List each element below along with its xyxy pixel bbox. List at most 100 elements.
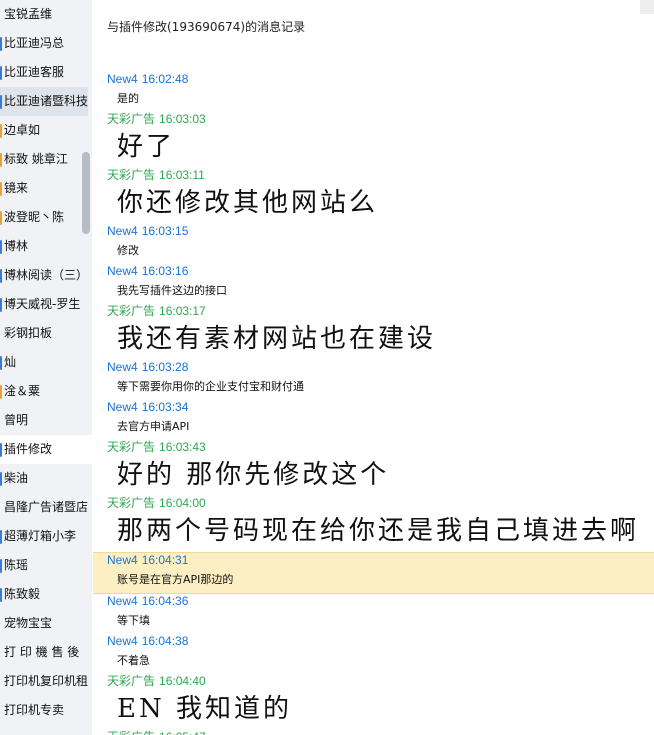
contact-status-mark — [0, 443, 2, 457]
message-item: 天彩广告 16:03:11 你还修改其他网站么 — [93, 168, 654, 224]
contact-label: 打 印 機 售 後 — [4, 645, 80, 659]
contact-label: 灿 — [4, 355, 17, 369]
contact-item[interactable]: 比亚迪客服 — [0, 58, 88, 87]
message-time: 16:02:48 — [141, 72, 189, 86]
contact-label: 博林 — [4, 239, 29, 253]
message-sender: 天彩广告 — [107, 440, 156, 454]
contact-label: 比亚迪冯总 — [4, 36, 65, 50]
message-text: 不着急 — [117, 654, 150, 667]
contact-status-mark — [0, 298, 2, 312]
contact-label: 镜来 — [4, 181, 29, 195]
contact-status-mark — [0, 559, 2, 573]
contact-status-mark — [0, 153, 2, 167]
message-list: New4 16:02:48 是的 天彩广告 16:03:03 好了 天彩广告 16:03:11… — [93, 72, 654, 735]
message-item: New4 16:02:48 是的 — [93, 72, 654, 112]
contact-item[interactable]: 彩钢扣板 — [0, 319, 88, 348]
message-time: 16:03:03 — [159, 112, 206, 126]
message-meta: 天彩广告 16:04:40 — [107, 674, 654, 694]
contact-item[interactable]: 边卓如 — [0, 116, 88, 145]
contact-label: 陈致毅 — [4, 587, 41, 601]
message-time: 16:03:11 — [159, 168, 205, 182]
contact-item[interactable]: 柴油 — [0, 464, 88, 493]
message-sender: 天彩广告 — [107, 168, 156, 182]
message-time: 16:04:31 — [141, 553, 189, 567]
message-sender: New4 — [107, 594, 138, 608]
message-text: 好了 — [117, 132, 176, 162]
message-item: 天彩广告 16:05:47 — [93, 730, 654, 735]
contact-item[interactable]: 波登昵丶陈 — [0, 203, 88, 232]
sidebar-scrollbar-thumb[interactable] — [82, 152, 90, 234]
message-history-pane: 与插件修改(193690674)的消息记录 New4 16:02:48 是的 天彩广告… — [93, 0, 654, 735]
message-sender: New4 — [107, 634, 138, 648]
contact-label: 柴油 — [4, 471, 29, 485]
message-sender: New4 — [107, 553, 138, 567]
message-time: 16:03:16 — [141, 264, 189, 278]
message-sender: 天彩广告 — [107, 496, 156, 510]
contact-item[interactable]: 打印机复印机租赁 — [0, 667, 88, 696]
contact-status-mark — [0, 385, 2, 399]
contact-item[interactable]: 灿 — [0, 348, 88, 377]
message-time: 16:03:34 — [141, 400, 189, 414]
contact-label: 昌隆广告诸暨店 — [4, 500, 88, 514]
contact-item[interactable]: 比亚迪冯总 — [0, 29, 88, 58]
message-meta: 天彩广告 16:03:11 — [107, 168, 654, 188]
contact-label: 插件修改 — [4, 442, 53, 456]
message-meta: 天彩广告 16:03:03 — [107, 112, 654, 132]
contact-item[interactable]: 曾明 — [0, 406, 88, 435]
contact-status-mark — [0, 588, 2, 602]
contact-status-mark — [0, 124, 2, 138]
message-item: New4 16:03:16 我先写插件这边的接口 — [93, 264, 654, 304]
message-sender: 天彩广告 — [107, 674, 156, 688]
message-text: 账号是在官方API那边的 — [117, 573, 234, 586]
window-corner — [640, 0, 654, 14]
message-meta: New4 16:03:15 — [107, 224, 654, 244]
contact-label: 宝锐孟维 — [4, 7, 53, 21]
contact-item[interactable]: 插件修改 — [0, 435, 92, 464]
contact-item[interactable]: 超薄灯箱小李 — [0, 522, 88, 551]
message-item: New4 16:04:38 不着急 — [93, 634, 654, 674]
contact-item[interactable]: 昌隆广告诸暨店 — [0, 493, 88, 522]
contact-label: 博天威视-罗生 — [4, 297, 81, 311]
contact-status-mark — [0, 37, 2, 51]
message-time: 16:05:47 — [159, 730, 206, 735]
contact-item[interactable]: 博林阅读（三） — [0, 261, 88, 290]
contact-status-mark — [0, 66, 2, 80]
contact-label: 打印机专卖 — [4, 703, 65, 717]
message-item: 天彩广告 16:04:40 EN 我知道的 — [93, 674, 654, 730]
contact-item[interactable]: 镜来 — [0, 174, 88, 203]
contact-item[interactable]: 打 印 機 售 後 — [0, 638, 88, 667]
contact-item[interactable]: 博林 — [0, 232, 88, 261]
message-sender: New4 — [107, 360, 138, 374]
message-sender: 天彩广告 — [107, 730, 155, 735]
message-meta: 天彩广告 16:05:47 — [107, 730, 654, 735]
message-text: 我先写插件这边的接口 — [117, 284, 227, 297]
contact-label: 打印机复印机租赁 — [4, 674, 88, 688]
message-text: 修改 — [117, 244, 139, 257]
contact-item[interactable]: 陈致毅 — [0, 580, 88, 609]
contact-status-mark — [0, 95, 2, 109]
contact-item[interactable]: 宝锐孟维 — [0, 0, 88, 29]
message-meta: New4 16:03:34 — [107, 400, 654, 420]
contact-item[interactable]: 打印机专卖 — [0, 696, 88, 725]
contact-item[interactable]: 比亚迪诸暨科技 — [0, 87, 88, 116]
message-time: 16:03:43 — [159, 440, 206, 454]
message-item: New4 16:03:34 去官方申请API — [93, 400, 654, 440]
contact-status-mark — [0, 530, 2, 544]
contact-label: 博林阅读（三） — [4, 268, 88, 282]
contact-item[interactable]: 淦＆粟 — [0, 377, 88, 406]
contact-label: 标致 姚章江 — [4, 152, 68, 166]
message-item: 天彩广告 16:03:17 我还有素材网站也在建设 — [93, 304, 654, 360]
contact-label: 曾明 — [4, 413, 29, 427]
message-meta: New4 16:02:48 — [107, 72, 654, 92]
message-meta: 天彩广告 16:03:17 — [107, 304, 654, 324]
contact-item[interactable]: 陈瑶 — [0, 551, 88, 580]
message-text: 好的 那你先修改这个 — [117, 460, 390, 490]
contact-label: 超薄灯箱小李 — [4, 529, 77, 543]
message-item: New4 16:04:36 等下填 — [93, 594, 654, 634]
contact-item[interactable]: 博天威视-罗生 — [0, 290, 88, 319]
message-sender: New4 — [107, 264, 138, 278]
contact-item[interactable]: 宠物宝宝 — [0, 609, 88, 638]
message-meta: New4 16:03:16 — [107, 264, 654, 284]
contact-item[interactable]: 标致 姚章江 — [0, 145, 88, 174]
message-text: 等下填 — [117, 614, 150, 627]
